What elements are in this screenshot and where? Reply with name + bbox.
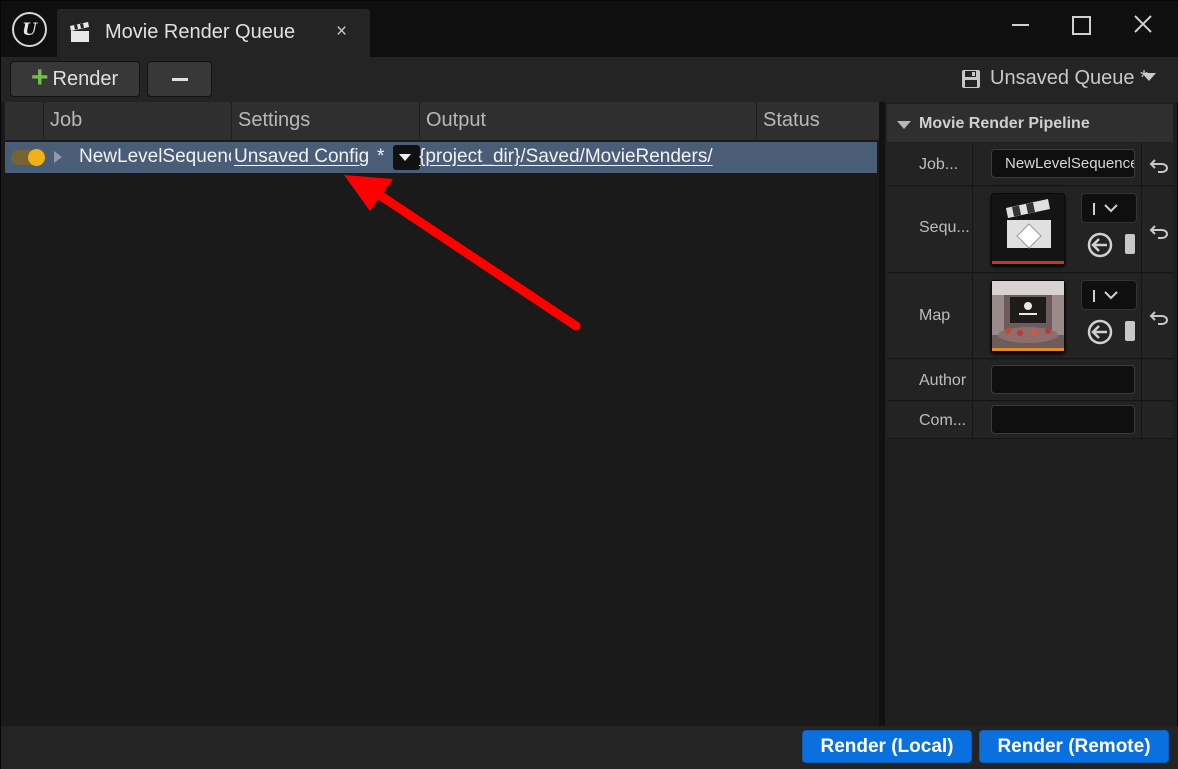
remove-job-button[interactable] [147,61,212,97]
map-preview-image [992,281,1064,348]
property-divider [1141,360,1142,400]
asset-type-bar [992,348,1064,351]
property-label: Map [919,307,951,324]
property-label: Sequ... [919,219,970,236]
job-settings-link[interactable]: Unsaved Config [234,146,369,168]
job-name[interactable]: NewLevelSequence [79,146,231,168]
job-list-header: Job Settings Output Status [5,102,879,140]
column-output[interactable]: Output [419,102,756,140]
details-panel: Movie Render Pipeline Job... NewLevelSeq… [885,102,1177,726]
movie-render-queue-window: U Movie Render Queue × + Render Unsaved … [0,0,1178,769]
toolbar: + Render Unsaved Queue * [1,57,1178,102]
plus-icon: + [31,60,49,94]
property-divider [1141,402,1142,438]
property-job-name: Job... NewLevelSequence [887,143,1173,186]
property-divider [1141,143,1142,185]
column-job[interactable]: Job [43,102,231,140]
property-label: Job... [919,156,959,173]
property-author: Author [887,360,1173,401]
queue-chevron-down-icon[interactable] [1142,73,1156,81]
chevron-down-icon [1104,291,1118,300]
property-divider [972,143,973,185]
clapperboard-icon [1006,199,1051,249]
map-asset-thumbnail[interactable] [991,280,1065,352]
add-render-button[interactable]: + Render [10,61,140,97]
chevron-down-icon [1104,204,1118,213]
browse-arrow-icon[interactable] [1087,232,1113,258]
property-divider [972,187,973,272]
comment-field[interactable] [991,405,1135,434]
bottom-bar: Render (Local) Render (Remote) [1,726,1178,769]
unreal-logo-icon[interactable]: U [12,12,47,47]
sequence-asset-combo[interactable] [1081,193,1137,223]
author-field[interactable] [991,365,1135,394]
property-label: Author [919,372,967,389]
job-list: Job Settings Output Status NewLevelSeque… [5,102,879,726]
clapperboard-icon [70,22,89,42]
property-divider [972,360,973,400]
render-remote-button[interactable]: Render (Remote) [979,730,1169,763]
minimize-icon[interactable] [1006,11,1036,39]
property-comment: Com... [887,402,1173,439]
settings-dirty-marker: * [377,146,385,167]
property-divider [1141,187,1142,272]
close-icon[interactable] [1128,11,1158,39]
job-row[interactable]: NewLevelSequence Unsaved Config * {proje… [5,142,877,173]
reset-arrow-icon[interactable] [1149,157,1169,173]
job-name-field[interactable]: NewLevelSequence [991,149,1135,178]
reset-arrow-icon[interactable] [1149,309,1169,325]
render-local-button[interactable]: Render (Local) [802,730,972,763]
use-selected-button[interactable] [1125,234,1135,254]
expand-arrow-icon[interactable] [54,151,62,163]
add-render-label: Render [52,67,119,90]
column-status[interactable]: Status [756,102,879,140]
asset-type-bar [992,261,1064,264]
browse-arrow-icon[interactable] [1087,319,1113,345]
details-category-header[interactable]: Movie Render Pipeline [887,104,1173,142]
details-title: Movie Render Pipeline [919,115,1090,132]
property-divider [1141,274,1142,358]
reset-arrow-icon[interactable] [1149,223,1169,239]
combo-caret [1093,203,1095,215]
property-sequence: Sequ... [887,187,1173,273]
column-settings[interactable]: Settings [231,102,419,140]
tab-close-icon[interactable]: × [336,21,347,43]
property-map: Map [887,274,1173,359]
property-label: Com... [919,412,967,429]
tab-title: Movie Render Queue [105,21,296,43]
settings-preset-dropdown[interactable] [393,145,420,170]
job-output-link[interactable]: {project_dir}/Saved/MovieRenders/ [419,146,713,168]
sequence-asset-thumbnail[interactable] [991,193,1065,265]
combo-caret [1093,290,1095,302]
map-asset-combo[interactable] [1081,280,1137,310]
queue-name[interactable]: Unsaved Queue * [990,67,1148,90]
tab-movie-render-queue[interactable]: Movie Render Queue × [57,9,370,57]
property-divider [972,274,973,358]
title-bar: U Movie Render Queue × [1,1,1178,57]
save-icon[interactable] [961,69,981,89]
use-selected-button[interactable] [1125,321,1135,341]
maximize-icon[interactable] [1066,11,1096,39]
property-divider [972,402,973,438]
job-enabled-toggle[interactable] [11,149,45,166]
column-enable[interactable] [5,102,43,140]
collapse-caret-icon [897,121,911,129]
